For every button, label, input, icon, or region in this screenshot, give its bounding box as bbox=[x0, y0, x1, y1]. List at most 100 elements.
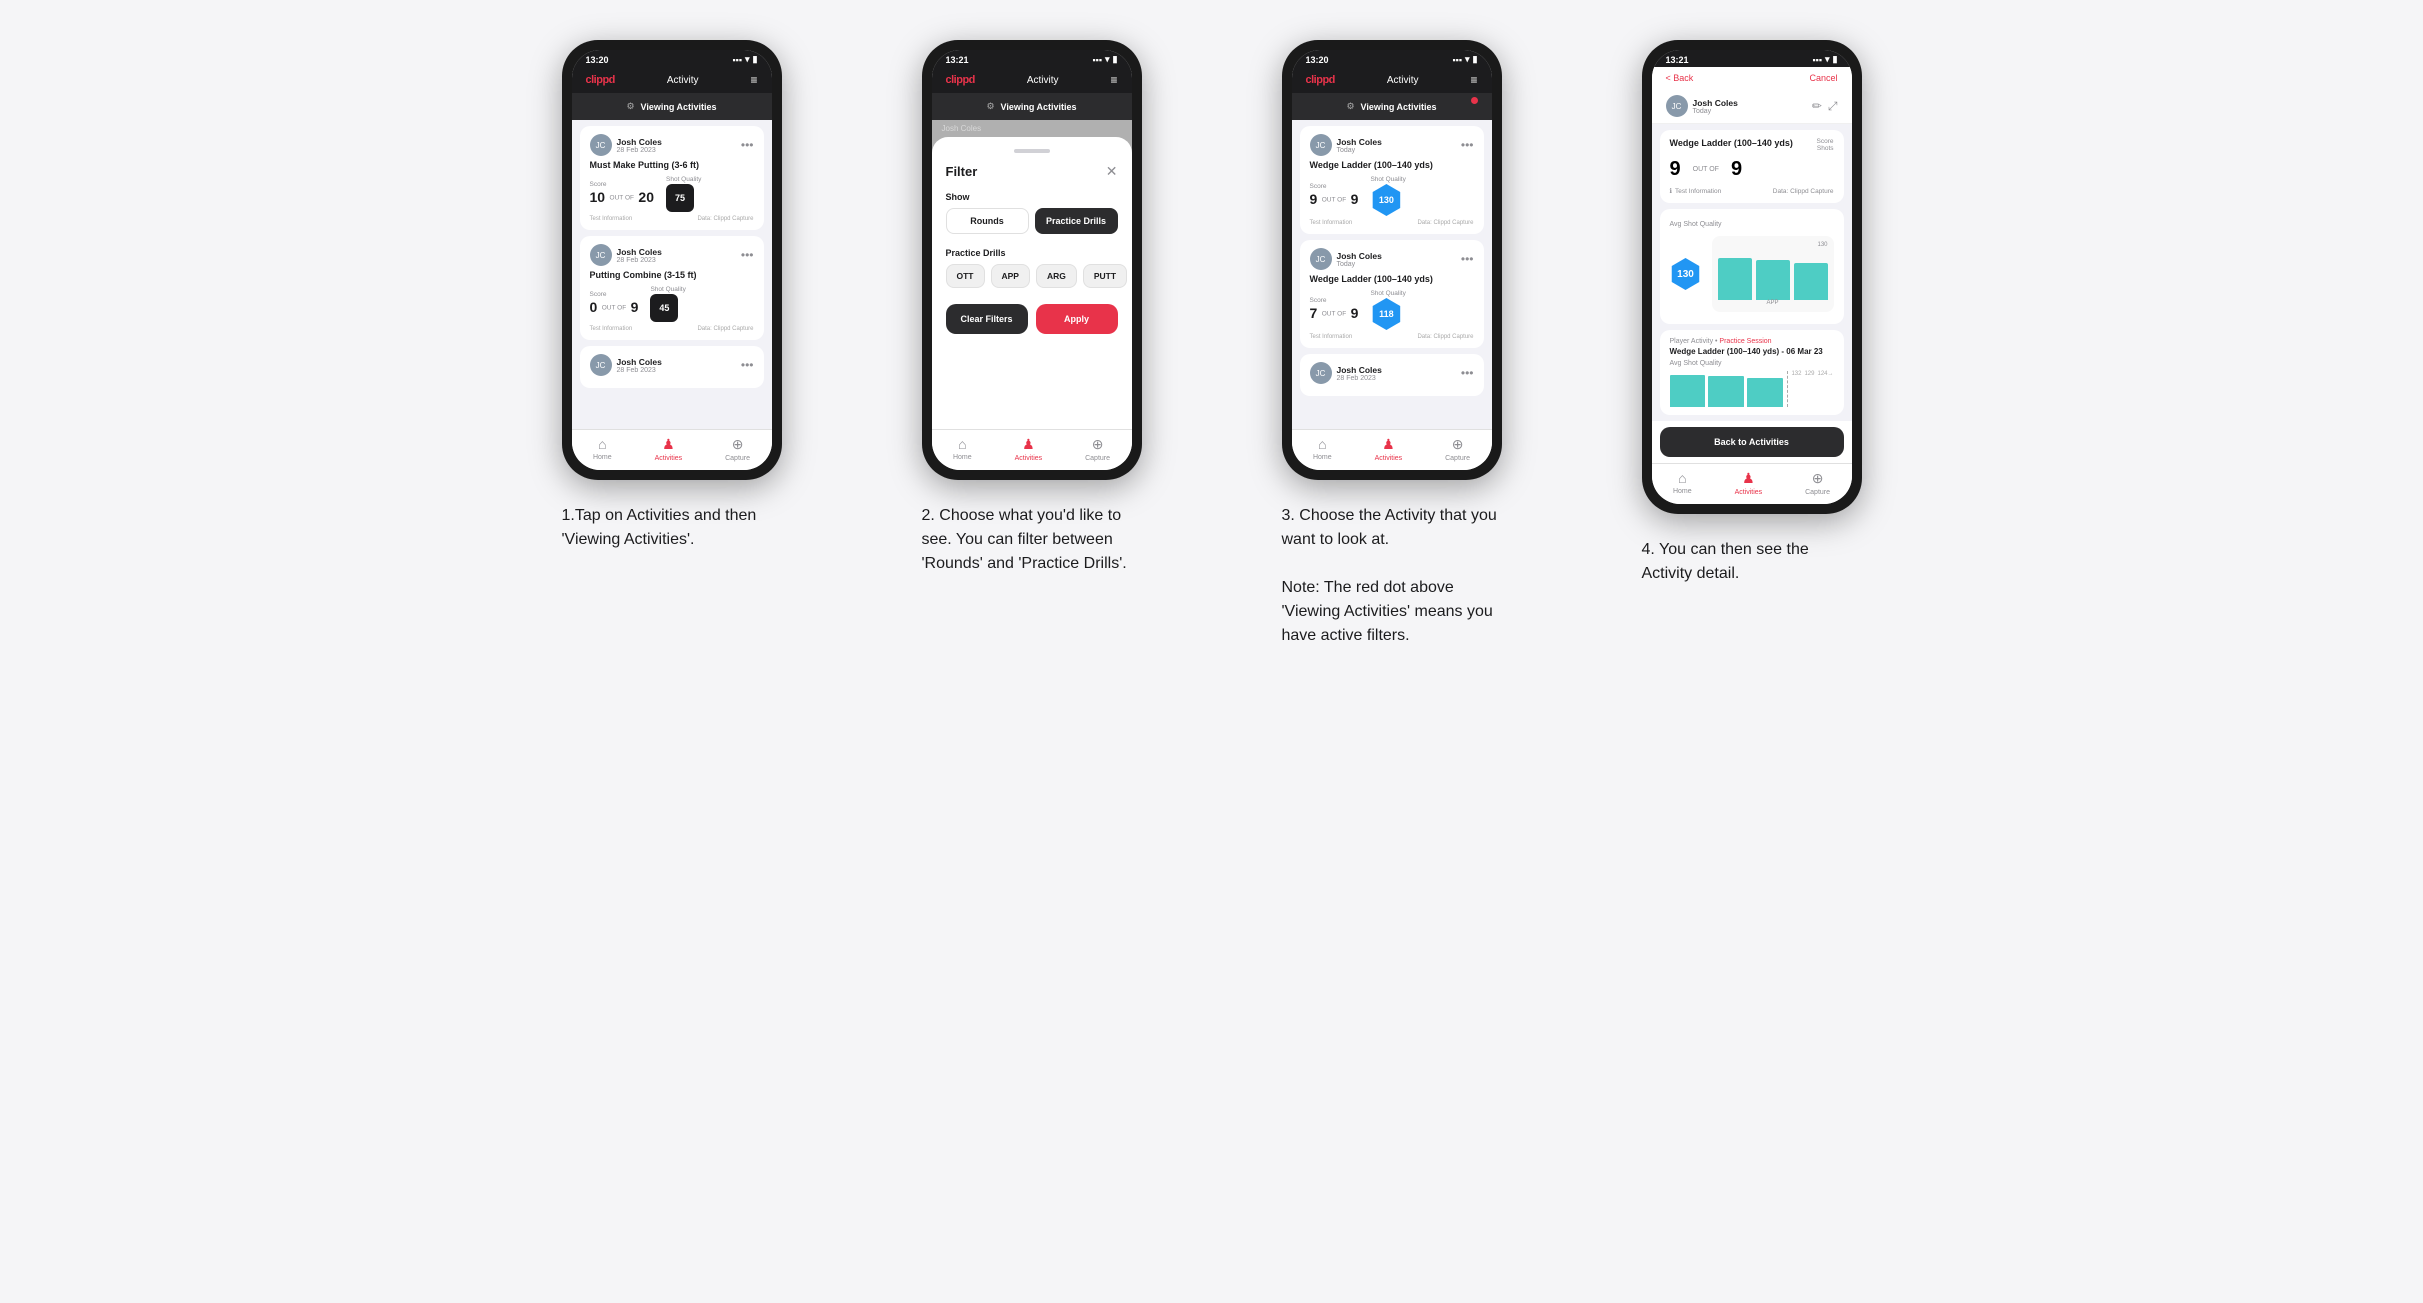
user-name-1-3: Josh Coles bbox=[617, 357, 662, 367]
apply-button[interactable]: Apply bbox=[1036, 304, 1118, 334]
drill-ott[interactable]: OTT bbox=[946, 264, 985, 288]
sq-badge-3-2: 118 bbox=[1370, 298, 1402, 330]
show-label: Show bbox=[946, 192, 1118, 202]
dots-menu-1-1[interactable]: ••• bbox=[741, 138, 754, 152]
rounds-toggle[interactable]: Rounds bbox=[946, 208, 1029, 234]
shots-val-3-2: 9 bbox=[1351, 305, 1359, 321]
score-label-1-2: Score bbox=[590, 291, 639, 298]
back-to-activities-button[interactable]: Back to Activities bbox=[1660, 427, 1844, 457]
status-bar-1: 13:20 ▪▪▪ ▾ ▮ bbox=[572, 50, 772, 67]
drill-app[interactable]: APP bbox=[991, 264, 1030, 288]
wifi-icon-3: ▾ bbox=[1465, 54, 1470, 65]
home-icon-1: ⌂ bbox=[598, 436, 606, 452]
filter-close-icon[interactable]: ✕ bbox=[1106, 163, 1118, 180]
battery-icon-1: ▮ bbox=[753, 54, 758, 65]
status-bar-2: 13:21 ▪▪▪ ▾ ▮ bbox=[932, 50, 1132, 67]
nav-bar-3: clippd Activity ≡ bbox=[1292, 67, 1492, 93]
shots-val-1-2: 9 bbox=[631, 299, 639, 315]
banner-3[interactable]: ⚙ Viewing Activities bbox=[1292, 93, 1492, 120]
dots-menu-1-2[interactable]: ••• bbox=[741, 248, 754, 262]
edit-icon-4[interactable]: ✏ bbox=[1812, 99, 1822, 114]
caption-3: 3. Choose the Activity that you want to … bbox=[1282, 504, 1502, 648]
score-val-3-2: 7 bbox=[1310, 305, 1318, 321]
banner-2[interactable]: ⚙ Viewing Activities bbox=[932, 93, 1132, 120]
nav-home-2[interactable]: ⌂ Home bbox=[953, 436, 972, 462]
avatar-3-3: JC bbox=[1310, 362, 1332, 384]
home-label-3: Home bbox=[1313, 454, 1332, 461]
activity-card-3-2[interactable]: JC Josh Coles Today ••• Wedge Ladder (10… bbox=[1300, 240, 1484, 348]
sq-badge-1-1: 75 bbox=[666, 184, 694, 212]
activities-icon-2: ♟ bbox=[1022, 436, 1035, 453]
drills-toggle[interactable]: Practice Drills bbox=[1035, 208, 1118, 234]
back-button[interactable]: < Back bbox=[1666, 73, 1694, 83]
nav-home-1[interactable]: ⌂ Home bbox=[593, 436, 612, 462]
nav-activities-1[interactable]: ♟ Activities bbox=[655, 436, 683, 462]
bar-2 bbox=[1756, 260, 1790, 300]
card-title-3-2: Wedge Ladder (100–140 yds) bbox=[1310, 274, 1474, 284]
avg-sq-label-2: Avg Shot Quality bbox=[1670, 360, 1834, 367]
footer-right-3-2: Data: Clippd Capture bbox=[1417, 334, 1473, 340]
bar-3 bbox=[1794, 263, 1828, 300]
wifi-icon-2: ▾ bbox=[1105, 54, 1110, 65]
nav-home-4[interactable]: ⌂ Home bbox=[1673, 470, 1692, 496]
wifi-icon-1: ▾ bbox=[745, 54, 750, 65]
menu-icon-2[interactable]: ≡ bbox=[1110, 73, 1117, 87]
nav-capture-3[interactable]: ⊕ Capture bbox=[1445, 436, 1470, 462]
dots-menu-1-3[interactable]: ••• bbox=[741, 358, 754, 372]
dots-menu-3-1[interactable]: ••• bbox=[1461, 138, 1474, 152]
signal-icon-3: ▪▪▪ bbox=[1452, 55, 1462, 65]
chart-area: 130 APP bbox=[1712, 236, 1834, 312]
nav-title-2: Activity bbox=[1027, 75, 1059, 86]
battery-icon-2: ▮ bbox=[1113, 54, 1118, 65]
practice-session-label: Player Activity • Practice Session bbox=[1670, 338, 1834, 345]
nav-activities-3[interactable]: ♟ Activities bbox=[1375, 436, 1403, 462]
user-date-1-3: 28 Feb 2023 bbox=[617, 367, 662, 374]
bottom-nav-4: ⌂ Home ♟ Activities ⊕ Capture bbox=[1652, 463, 1852, 504]
detail-score: 9 bbox=[1670, 158, 1681, 181]
score-header-label: Score bbox=[1817, 138, 1834, 145]
score-label-1-1: Score bbox=[590, 181, 655, 188]
dots-menu-3-3[interactable]: ••• bbox=[1461, 366, 1474, 380]
activity-card-1-1[interactable]: JC Josh Coles 28 Feb 2023 ••• Must Make … bbox=[580, 126, 764, 230]
expand-icon-4[interactable]: ⤢ bbox=[1828, 99, 1838, 114]
drill-putt[interactable]: PUTT bbox=[1083, 264, 1127, 288]
banner-1[interactable]: ⚙ Viewing Activities bbox=[572, 93, 772, 120]
card-title-1-2: Putting Combine (3-15 ft) bbox=[590, 270, 754, 280]
status-time-4: 13:21 bbox=[1666, 55, 1689, 65]
dots-menu-3-2[interactable]: ••• bbox=[1461, 252, 1474, 266]
menu-icon-1[interactable]: ≡ bbox=[750, 73, 757, 87]
filter-handle bbox=[1014, 149, 1050, 153]
shots-val-1-1: 20 bbox=[638, 189, 654, 205]
user-date-3-1: Today bbox=[1337, 147, 1382, 154]
capture-label-1: Capture bbox=[725, 455, 750, 462]
nav-home-3[interactable]: ⌂ Home bbox=[1313, 436, 1332, 462]
chart-x-label: APP bbox=[1718, 300, 1828, 306]
mini-chart: 132 129 124→ bbox=[1670, 371, 1834, 407]
nav-capture-1[interactable]: ⊕ Capture bbox=[725, 436, 750, 462]
footer-left-3-2: Test Information bbox=[1310, 334, 1353, 340]
page-container: 13:20 ▪▪▪ ▾ ▮ clippd Activity ≡ ⚙ View bbox=[512, 40, 1912, 648]
menu-icon-3[interactable]: ≡ bbox=[1470, 73, 1477, 87]
cancel-button[interactable]: Cancel bbox=[1809, 73, 1837, 83]
caption-4: 4. You can then see the Activity detail. bbox=[1642, 538, 1862, 586]
activity-card-3-3[interactable]: JC Josh Coles 28 Feb 2023 ••• bbox=[1300, 354, 1484, 396]
activity-card-1-2[interactable]: JC Josh Coles 28 Feb 2023 ••• Putting Co… bbox=[580, 236, 764, 340]
drill-date-title: Wedge Ladder (100–140 yds) - 06 Mar 23 bbox=[1670, 347, 1834, 356]
nav-capture-2[interactable]: ⊕ Capture bbox=[1085, 436, 1110, 462]
phone-1: 13:20 ▪▪▪ ▾ ▮ clippd Activity ≡ ⚙ View bbox=[562, 40, 782, 480]
activities-icon-4: ♟ bbox=[1742, 470, 1755, 487]
activities-label-3: Activities bbox=[1375, 455, 1403, 462]
phone-column-4: 13:21 ▪▪▪ ▾ ▮ < Back Cancel JC bbox=[1592, 40, 1912, 586]
status-time-2: 13:21 bbox=[946, 55, 969, 65]
nav-activities-2[interactable]: ♟ Activities bbox=[1015, 436, 1043, 462]
drill-arg[interactable]: ARG bbox=[1036, 264, 1077, 288]
clear-filters-button[interactable]: Clear Filters bbox=[946, 304, 1028, 334]
nav-capture-4[interactable]: ⊕ Capture bbox=[1805, 470, 1830, 496]
nav-activities-4[interactable]: ♟ Activities bbox=[1735, 470, 1763, 496]
activity-card-1-3[interactable]: JC Josh Coles 28 Feb 2023 ••• bbox=[580, 346, 764, 388]
logo-3: clippd bbox=[1306, 74, 1335, 86]
capture-icon-2: ⊕ bbox=[1092, 436, 1104, 453]
sq-badge-3-1: 130 bbox=[1370, 184, 1402, 216]
practice-session-card: Player Activity • Practice Session Wedge… bbox=[1660, 330, 1844, 415]
activity-card-3-1[interactable]: JC Josh Coles Today ••• Wedge Ladder (10… bbox=[1300, 126, 1484, 234]
